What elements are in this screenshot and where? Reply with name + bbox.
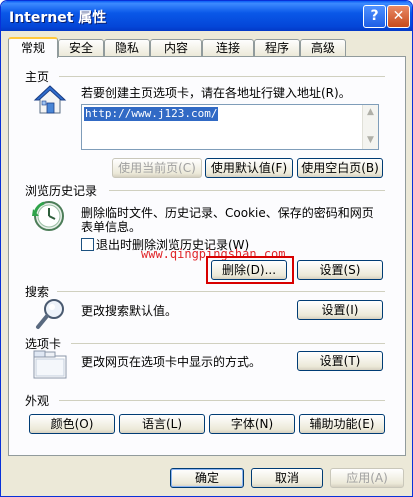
tab-content[interactable]: 内容 [150,39,202,56]
apply-button[interactable]: 应用(A) [330,468,404,488]
search-settings-button[interactable]: 设置(I) [297,300,383,320]
delete-history-button[interactable]: 删除(D)... [211,260,287,280]
tab-programs[interactable]: 程序 [254,39,300,56]
tab-general[interactable]: 常规 [8,37,58,58]
home-separator [59,76,385,77]
tab-advanced[interactable]: 高级 [300,39,346,56]
home-description: 若要创建主页选项卡，请在各地址行键入地址(R)。 [81,86,351,100]
tab-connections[interactable]: 连接 [202,39,254,56]
tabs-description: 更改网页在选项卡中显示的方式。 [81,355,262,369]
use-default-button[interactable]: 使用默认值(F) [205,158,293,178]
cancel-button[interactable]: 取消 [251,468,323,488]
tabs-separator [71,343,385,344]
tabs-settings-button[interactable]: 设置(T) [297,351,383,371]
tab-security[interactable]: 安全 [58,39,104,56]
history-description-line2: 表单信息。 [81,220,142,234]
history-clock-icon [32,201,64,231]
tab-privacy[interactable]: 隐私 [104,39,150,56]
title-bar[interactable]: Internet 属性 ? ✕ [1,1,412,31]
magnifier-icon [36,299,64,329]
window-title: Internet 属性 [9,10,107,26]
delete-on-exit-checkbox[interactable] [81,238,94,251]
accessibility-button[interactable]: 辅助功能(E) [299,414,385,434]
appearance-separator [59,400,385,401]
history-settings-button[interactable]: 设置(S) [297,260,383,280]
home-page-url-input[interactable]: http://www.j123.com/ ▲ ▼ [81,104,379,150]
ok-button[interactable]: 确定 [170,468,244,488]
colors-button[interactable]: 颜色(O) [29,414,115,434]
languages-button[interactable]: 语言(L) [119,414,205,434]
scroll-down-icon[interactable]: ▼ [364,134,377,147]
home-icon [33,85,67,114]
use-current-button[interactable]: 使用当前页(C) [112,158,202,178]
use-blank-button[interactable]: 使用空白页(B) [297,158,383,178]
search-description: 更改搜索默认值。 [81,304,178,318]
fonts-button[interactable]: 字体(N) [209,414,295,434]
appearance-section-label: 外观 [25,394,50,408]
search-separator [57,291,385,292]
tabs-icon [33,350,67,379]
close-button[interactable]: ✕ [387,5,410,28]
history-separator [109,190,385,191]
history-section-label: 浏览历史记录 [25,184,98,198]
scroll-up-icon[interactable]: ▲ [364,106,377,119]
url-scrollbar[interactable]: ▲ ▼ [362,105,378,149]
help-button[interactable]: ? [363,5,386,28]
home-page-url-text: http://www.j123.com/ [84,107,219,121]
internet-options-window: Internet 属性 ? ✕ 常规 安全 隐私 内容 连接 程序 高级 主页 … [0,0,413,497]
